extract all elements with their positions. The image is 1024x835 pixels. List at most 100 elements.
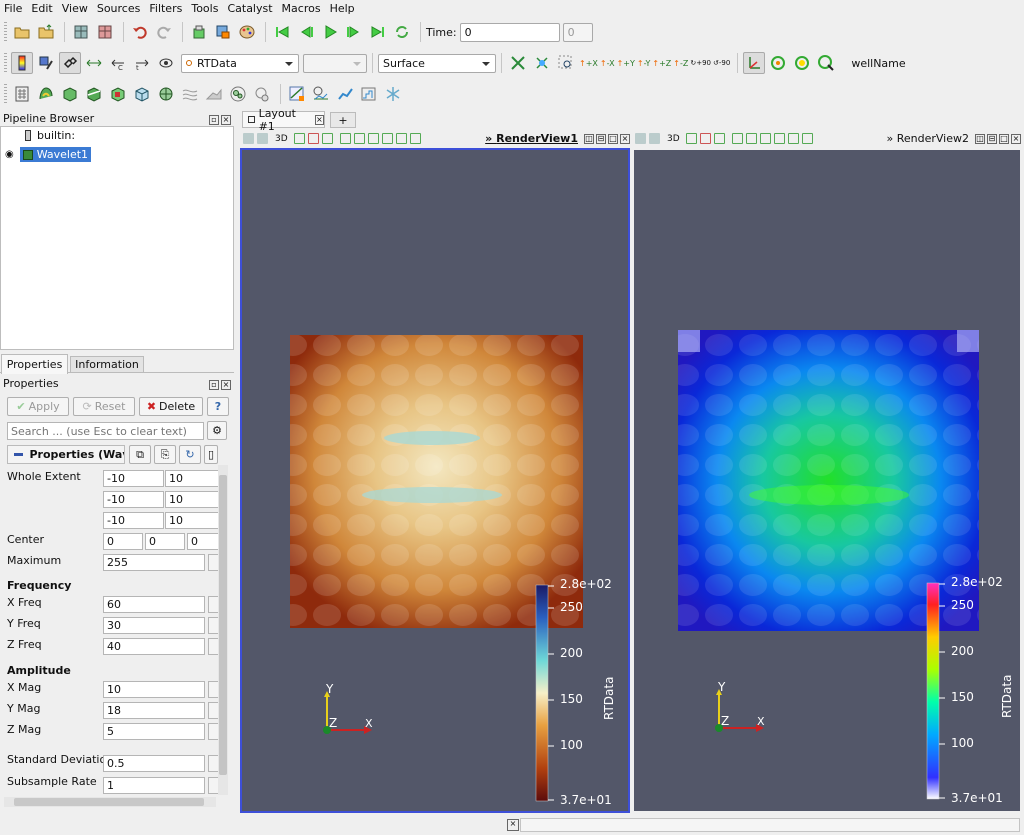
v2-3d-toggle[interactable]: 3D: [667, 134, 680, 144]
reset-button[interactable]: ⟳ Reset: [73, 397, 135, 416]
pick-center-icon[interactable]: [815, 52, 837, 74]
properties-hscroll-thumb[interactable]: [14, 798, 204, 806]
extent-z-min[interactable]: -10: [103, 512, 164, 529]
v2-select-points-icon[interactable]: [699, 133, 711, 144]
undock-icon[interactable]: ▫: [209, 114, 219, 125]
menu-help[interactable]: Help: [330, 2, 355, 15]
v1-3d-toggle[interactable]: 3D: [275, 134, 288, 144]
v1-close-icon[interactable]: ×: [620, 133, 630, 144]
view-plus-x-button[interactable]: ↑ +X: [579, 52, 598, 74]
view-minus-z-button[interactable]: ↑ -Z: [673, 52, 688, 74]
renderview2-canvas[interactable]: Y Z X 2.8e+02 250 200 150 100 3.7e+01 RT…: [634, 150, 1020, 811]
extract-subset-icon[interactable]: [131, 83, 153, 105]
x-freq-reset-button[interactable]: [208, 596, 218, 613]
x-freq-input[interactable]: 60: [103, 596, 205, 613]
center-x[interactable]: 0: [103, 533, 143, 550]
v2-select-block-icon[interactable]: [731, 133, 743, 144]
reset-center-icon[interactable]: [791, 52, 813, 74]
renderview1-canvas[interactable]: Y Z X 2.8e+02 250 200 150 100 3.7e+01 RT…: [240, 148, 630, 813]
view-minus-y-button[interactable]: ↑ -Y: [637, 52, 651, 74]
wavelet-node[interactable]: ◉ Wavelet1: [5, 147, 92, 162]
z-mag-reset-button[interactable]: [208, 723, 218, 740]
v1-view-title[interactable]: » RenderView1: [485, 132, 578, 145]
apply-button[interactable]: ✔ Apply: [7, 397, 69, 416]
v2-maximize-icon[interactable]: □: [999, 133, 1009, 144]
x-mag-input[interactable]: 10: [103, 681, 205, 698]
plot-data-icon[interactable]: [334, 83, 356, 105]
tab-properties[interactable]: Properties: [1, 354, 68, 374]
v1-clear-selection-icon[interactable]: [409, 133, 421, 144]
disconnect-icon[interactable]: [94, 21, 116, 43]
v1-split-horizontal-icon[interactable]: ◫: [584, 133, 594, 144]
toggle-color-legend-icon[interactable]: [11, 52, 33, 74]
help-button[interactable]: ?: [207, 397, 229, 416]
calculator-icon[interactable]: [11, 83, 33, 105]
y-freq-input[interactable]: 30: [103, 617, 205, 634]
view-minus-x-button[interactable]: ↑ -X: [600, 52, 615, 74]
v1-maximize-icon[interactable]: □: [608, 133, 618, 144]
contour-icon[interactable]: [35, 83, 57, 105]
component-select[interactable]: [303, 53, 367, 73]
extract-level-icon[interactable]: [251, 83, 273, 105]
time-input[interactable]: 0: [459, 22, 560, 42]
v1-polygon-select-icon[interactable]: [381, 133, 393, 144]
plot-over-line-icon[interactable]: [286, 83, 308, 105]
std-dev-input[interactable]: 0.5: [103, 755, 205, 772]
v2-grow-selection-icon[interactable]: [787, 133, 799, 144]
load-state-icon[interactable]: [35, 21, 57, 43]
std-dev-reset-button[interactable]: [208, 755, 218, 772]
stream-tracer-icon[interactable]: [179, 83, 201, 105]
y-mag-reset-button[interactable]: [208, 702, 218, 719]
rescale-custom-icon[interactable]: C: [107, 52, 129, 74]
v2-polygon-select-icon[interactable]: [773, 133, 785, 144]
status-close-icon[interactable]: ×: [507, 819, 519, 831]
snowflake-icon[interactable]: [382, 83, 404, 105]
v2-view-title[interactable]: » RenderView2: [887, 132, 970, 145]
v1-select-block-icon[interactable]: [339, 133, 351, 144]
threshold-icon[interactable]: [107, 83, 129, 105]
layout-tab[interactable]: Layout #1 ×: [242, 107, 325, 133]
rotate-plus-90-button[interactable]: ↻ +90: [690, 52, 711, 74]
save-defaults-icon[interactable]: ▯: [204, 445, 218, 464]
view-plus-y-button[interactable]: ↑ +Y: [617, 52, 635, 74]
paste-properties-icon[interactable]: ⎘: [154, 445, 176, 464]
v1-grow-selection-icon[interactable]: [395, 133, 407, 144]
v2-camera-redo-icon[interactable]: [649, 133, 660, 144]
delete-button[interactable]: ✖ Delete: [139, 397, 203, 416]
next-frame-icon[interactable]: [343, 21, 365, 43]
redo-icon[interactable]: [153, 21, 175, 43]
first-frame-icon[interactable]: [271, 21, 293, 43]
extent-z-max[interactable]: 10: [165, 512, 218, 529]
restore-defaults-icon[interactable]: ↻: [179, 445, 201, 464]
add-layout-tab[interactable]: +: [330, 112, 356, 128]
color-array-select[interactable]: RTData: [181, 53, 299, 73]
time-index-spinner[interactable]: 0: [562, 22, 593, 42]
extent-y-max[interactable]: 10: [165, 491, 218, 508]
menu-file[interactable]: File: [4, 2, 22, 15]
z-freq-input[interactable]: 40: [103, 638, 205, 655]
menu-filters[interactable]: Filters: [149, 2, 182, 15]
open-file-icon[interactable]: [11, 21, 33, 43]
maximum-reset-button[interactable]: [208, 554, 218, 571]
last-frame-icon[interactable]: [367, 21, 389, 43]
v1-split-vertical-icon[interactable]: ⊟: [596, 133, 606, 144]
reset-camera-icon[interactable]: [507, 52, 529, 74]
extent-x-max[interactable]: 10: [165, 470, 218, 487]
v2-camera-undo-icon[interactable]: [635, 133, 646, 144]
advanced-gear-icon[interactable]: ⚙: [207, 421, 227, 440]
properties-close-icon[interactable]: ×: [221, 379, 231, 390]
v1-interactive-select-icon[interactable]: [353, 133, 365, 144]
properties-section-header[interactable]: Properties (Wav: [7, 445, 125, 464]
v2-split-vertical-icon[interactable]: ⊟: [987, 133, 997, 144]
menu-view[interactable]: View: [62, 2, 88, 15]
glyph-icon[interactable]: [155, 83, 177, 105]
rescale-range-icon[interactable]: [83, 52, 105, 74]
y-mag-input[interactable]: 18: [103, 702, 205, 719]
warp-by-vector-icon[interactable]: [203, 83, 225, 105]
clip-icon[interactable]: [59, 83, 81, 105]
rotate-minus-90-button[interactable]: ↺ -90: [713, 52, 730, 74]
properties-search-input[interactable]: [7, 422, 204, 440]
undo-icon[interactable]: [129, 21, 151, 43]
z-mag-input[interactable]: 5: [103, 723, 205, 740]
play-icon[interactable]: [319, 21, 341, 43]
